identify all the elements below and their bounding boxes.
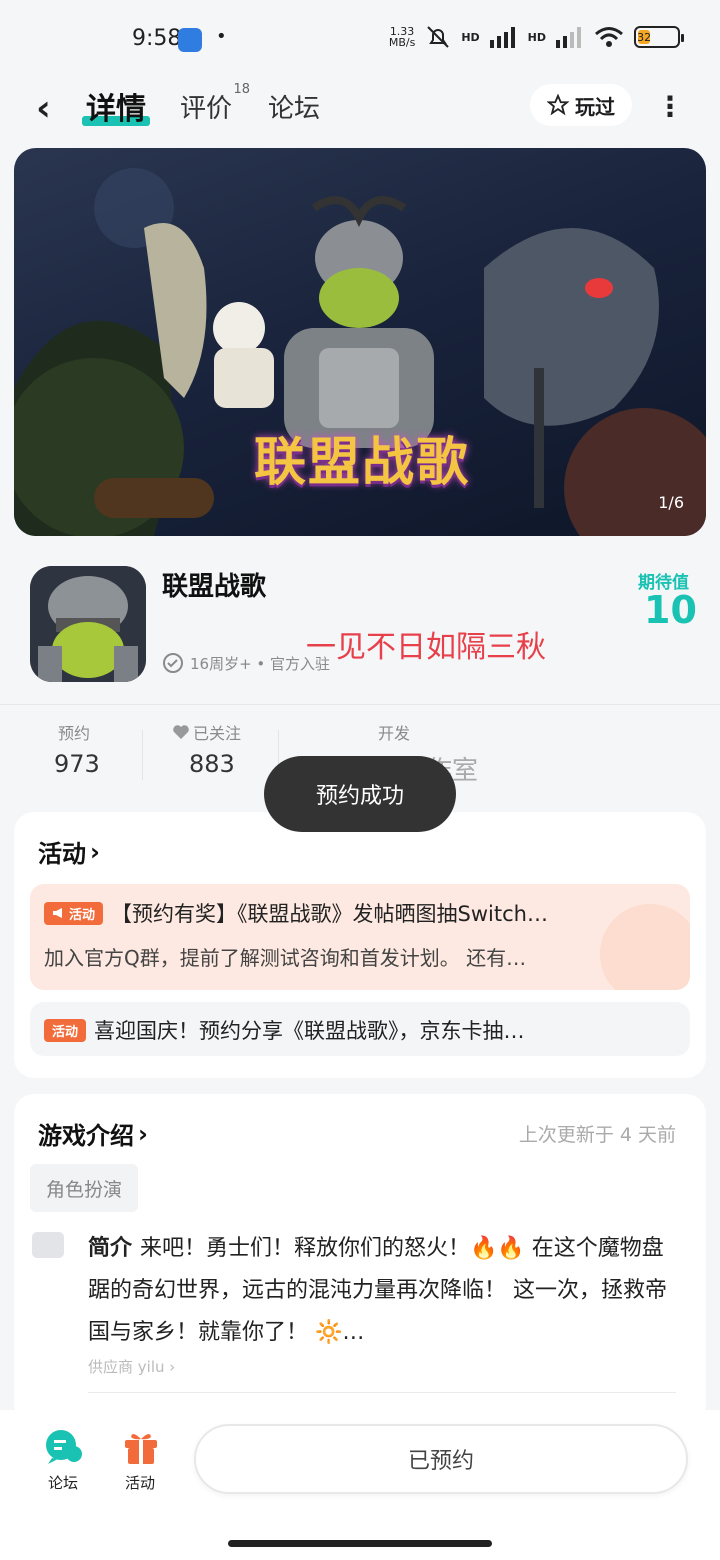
activity-badge: 活动	[44, 1018, 87, 1042]
app-icon	[30, 566, 146, 682]
hd-label: HD	[527, 30, 546, 44]
signal-icon	[489, 27, 515, 48]
reviews-count: 18	[233, 82, 251, 97]
activity-title: 喜迎国庆！预约分享《联盟战歌》，京东卡抽…	[94, 1019, 525, 1043]
activity-nav-button[interactable]	[122, 1428, 162, 1470]
signal-icon	[556, 27, 581, 48]
status-time: 9:58	[132, 26, 182, 51]
status-icons: 1.33 MB/s HD HD 32	[388, 24, 684, 50]
star-icon	[547, 94, 569, 116]
follow-count: 883	[189, 750, 235, 778]
follow-label: 已关注	[172, 720, 241, 744]
back-icon[interactable]: ‹	[36, 88, 51, 129]
activity-item[interactable]: 活动 喜迎国庆！预约分享《联盟战歌》，京东卡抽…	[30, 1002, 690, 1056]
mute-bell-icon	[427, 26, 450, 48]
forum-label: 论坛	[48, 1474, 79, 1492]
expectation-value: 10	[644, 588, 697, 632]
reserve-count: 973	[54, 750, 100, 778]
orc-avatar	[30, 566, 146, 682]
description-icon	[32, 1232, 64, 1258]
banner-counter: 1/6	[658, 493, 684, 512]
banner-logo: 联盟战歌	[254, 433, 471, 493]
battery-icon: 32	[634, 26, 684, 48]
verified-icon	[163, 653, 183, 673]
top-nav: ‹ 详情 评价 18 论坛 玩过 ⋮	[0, 80, 720, 140]
banner-carousel[interactable]: 联盟战歌 1/6	[14, 148, 706, 536]
wifi-icon	[595, 27, 623, 47]
intro-body: 来吧！勇士们！释放你们的怒火！🔥🔥 在这个魔物盘踞的奇幻世界，远古的混沌力量再次…	[88, 1236, 667, 1345]
slogan-overlay: 一见不日如隔三秋	[306, 630, 546, 665]
net-speed: 1.33 MB/s	[388, 25, 416, 49]
activity-subtitle: 加入官方Q群，提前了解测试咨询和首发计划。 还有…	[44, 946, 527, 970]
forum-nav-button[interactable]	[42, 1428, 86, 1470]
intro-label: 简介	[88, 1236, 133, 1261]
activity-decoration	[600, 904, 690, 990]
home-indicator[interactable]	[228, 1540, 492, 1547]
developer-label: 开发	[378, 724, 411, 743]
reserve-label: 预约	[58, 724, 91, 743]
last-updated: 上次更新于 4 天前	[518, 1124, 676, 1146]
chevron-right-icon: ›	[138, 1119, 148, 1148]
browser-icon	[178, 28, 202, 52]
chat-bubble-icon	[46, 1430, 82, 1464]
activity-item[interactable]: 活动 【预约有奖】《联盟战歌》发帖晒图抽Switch… 加入官方Q群，提前了解测…	[30, 884, 690, 990]
intro-header[interactable]: 游戏介绍 ›	[38, 1116, 148, 1151]
activity-label: 活动	[125, 1474, 156, 1492]
divider	[142, 730, 143, 780]
tab-reviews[interactable]: 评价 18	[180, 82, 250, 125]
heart-icon	[173, 725, 189, 739]
game-meta: 16周岁+ • 官方入驻	[162, 652, 330, 674]
gift-icon	[125, 1433, 157, 1464]
toast-message: 预约成功	[264, 756, 456, 832]
megaphone-icon	[53, 908, 62, 918]
supplier-link[interactable]: 供应商 yilu ›	[88, 1356, 175, 1377]
status-dot: •	[216, 26, 227, 47]
chevron-right-icon: ›	[90, 837, 100, 866]
more-icon[interactable]: ⋮	[656, 90, 684, 123]
tab-forum[interactable]: 论坛	[268, 88, 320, 125]
intro-text[interactable]: 简介 来吧！勇士们！释放你们的怒火！🔥🔥 在这个魔物盘踞的奇幻世界，远古的混沌力量…	[88, 1228, 674, 1354]
divider	[88, 1392, 676, 1393]
played-button[interactable]: 玩过	[530, 84, 632, 126]
reserved-button[interactable]: 已预约	[194, 1424, 688, 1494]
game-title: 联盟战歌	[162, 572, 267, 602]
activity-title: 【预约有奖】《联盟战歌》发帖晒图抽Switch…	[111, 902, 548, 926]
activities-header[interactable]: 活动 ›	[38, 834, 100, 869]
hd-label: HD	[461, 30, 480, 44]
genre-tag[interactable]: 角色扮演	[30, 1164, 139, 1212]
status-bar: 9:58 • 1.33 MB/s HD HD 32	[0, 0, 720, 80]
activity-badge: 活动	[44, 901, 104, 925]
tab-details[interactable]: 详情	[82, 84, 150, 128]
